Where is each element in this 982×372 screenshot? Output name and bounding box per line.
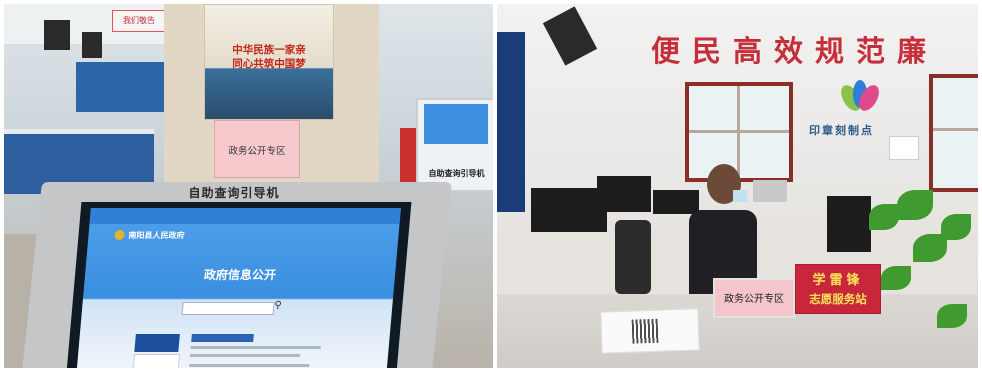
wall-notice	[889, 136, 919, 160]
qr-code-sheet	[600, 308, 700, 354]
ceiling-monitor	[44, 20, 70, 50]
gov-open-area-sign: 政务公开专区	[713, 278, 795, 318]
right-kiosk-screen	[424, 104, 488, 144]
right-kiosk-label: 自助查询引导机	[428, 169, 485, 178]
top-sign: 我们敬告	[112, 10, 166, 32]
display-panel	[497, 32, 525, 212]
gov-open-area-card: 政务公开专区	[214, 120, 300, 178]
monitor	[827, 196, 871, 252]
list-item[interactable]	[189, 364, 310, 367]
kiosk-title: 自助查询引导机	[188, 186, 280, 200]
window	[685, 82, 793, 182]
monitor	[531, 188, 607, 232]
emblem-icon	[114, 230, 125, 240]
category-card-2[interactable]	[132, 354, 181, 368]
poster: 中华民族一家亲 同心共筑中国梦	[204, 4, 334, 120]
list-item[interactable]	[189, 354, 301, 357]
wall-sign	[76, 62, 166, 112]
monitor	[597, 176, 651, 212]
page-heading: 政府信息公开	[203, 268, 277, 282]
poster-line-1: 中华民族一家亲	[232, 44, 306, 56]
left-photo: 我们敬告 中华民族一家亲 同心共筑中国梦 政务公开专区 自助查询引导机 自助查询…	[4, 4, 493, 368]
magnifier-icon[interactable]: ⚲	[274, 300, 282, 311]
plant-leaf	[937, 304, 967, 328]
printer	[753, 180, 787, 202]
volunteer-sign-line-1: 学雷锋	[812, 273, 864, 288]
qr-code-icon	[631, 318, 659, 344]
top-sign-text: 我们敬告	[123, 16, 155, 25]
window	[929, 74, 978, 192]
plant-leaf	[869, 204, 899, 230]
list-header[interactable]	[191, 334, 254, 342]
category-card-1[interactable]	[134, 334, 180, 352]
gov-open-area-sign-label: 政务公开专区	[724, 294, 784, 305]
right-photo: 便民高效规范廉 印章刻制点 政务公开专区 学雷锋 志愿服务站	[497, 4, 978, 368]
office-chair	[615, 220, 651, 294]
site-name: 南阳县人民政府	[128, 231, 185, 240]
wall-banner: 便民高效规范廉	[651, 34, 939, 68]
plant-leaf	[881, 266, 911, 290]
volunteer-sign-line-2: 志愿服务站	[809, 292, 867, 306]
kiosk-screen: 南阳县人民政府 政府信息公开 ⚲	[66, 202, 412, 368]
list-item[interactable]	[190, 346, 321, 349]
plant-leaf	[941, 214, 971, 240]
face-mask	[733, 190, 747, 202]
ceiling-monitor	[82, 32, 102, 58]
gov-open-area-label: 政务公开专区	[228, 146, 286, 157]
stamp-service-label: 印章刻制点	[809, 124, 874, 137]
poster-title: 中华民族一家亲 同心共筑中国梦	[205, 43, 333, 71]
plant-leaf	[897, 190, 933, 220]
volunteer-station-sign: 学雷锋 志愿服务站	[795, 264, 881, 314]
service-logo-icon	[841, 80, 879, 111]
right-kiosk: 自助查询引导机	[416, 98, 493, 192]
poster-line-2: 同心共筑中国梦	[232, 58, 306, 70]
wall-tv	[542, 6, 598, 66]
browser-bar	[89, 208, 401, 224]
search-input[interactable]	[181, 302, 275, 315]
monitor	[653, 190, 699, 214]
screen-content: 南阳县人民政府 政府信息公开 ⚲	[76, 208, 401, 368]
